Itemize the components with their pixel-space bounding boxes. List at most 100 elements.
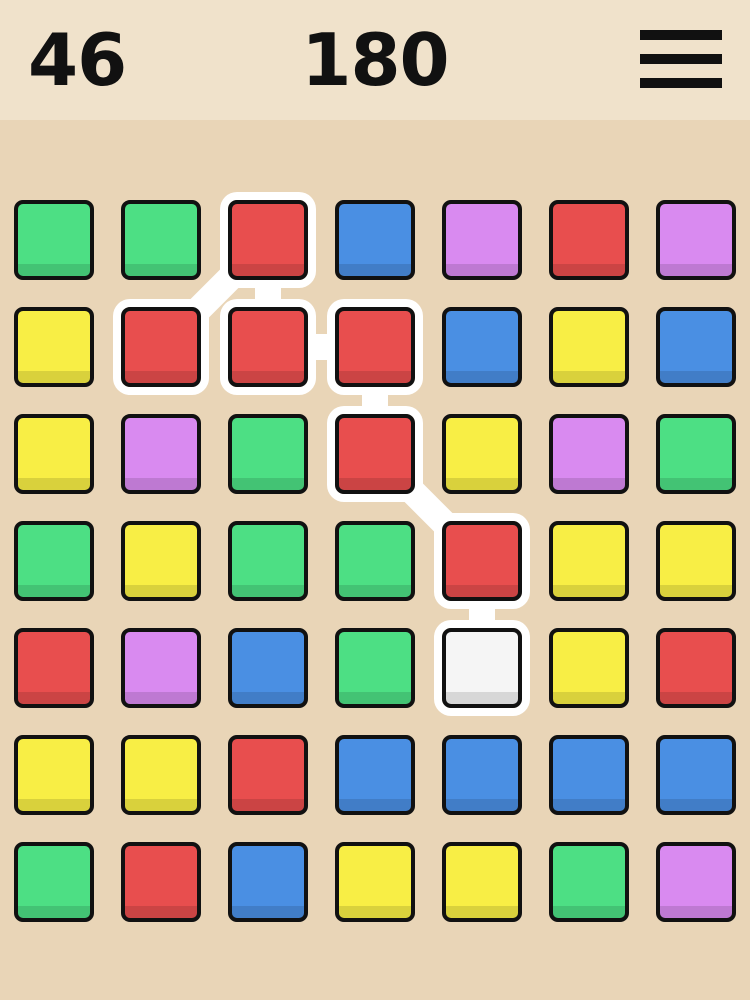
tile-green[interactable] — [549, 842, 629, 922]
tile-shade — [446, 371, 518, 383]
tile-red[interactable] — [442, 521, 522, 601]
tile-green[interactable] — [335, 628, 415, 708]
tile-red[interactable] — [228, 735, 308, 815]
tile-purple[interactable] — [121, 628, 201, 708]
tile-face — [14, 200, 94, 280]
tile-yellow[interactable] — [14, 307, 94, 387]
tile-red[interactable] — [656, 628, 736, 708]
tile-shade — [18, 585, 90, 597]
tile-shade — [446, 692, 518, 704]
tile-face — [121, 414, 201, 494]
tile-blue[interactable] — [549, 735, 629, 815]
tile-face — [14, 521, 94, 601]
tile-green[interactable] — [656, 414, 736, 494]
tile-blue[interactable] — [335, 200, 415, 280]
tile-blue[interactable] — [228, 628, 308, 708]
tile-shade — [339, 264, 411, 276]
tile-blue[interactable] — [442, 307, 522, 387]
tile-shade — [660, 371, 732, 383]
tile-shade — [553, 799, 625, 811]
tile-purple[interactable] — [549, 414, 629, 494]
tile-face — [228, 307, 308, 387]
tile-yellow[interactable] — [442, 842, 522, 922]
tile-green[interactable] — [14, 521, 94, 601]
tile-face — [549, 200, 629, 280]
tile-shade — [18, 371, 90, 383]
tile-yellow[interactable] — [442, 414, 522, 494]
tile-shade — [232, 585, 304, 597]
tile-green[interactable] — [228, 414, 308, 494]
tile-yellow[interactable] — [549, 521, 629, 601]
tile-face — [656, 414, 736, 494]
tile-blue[interactable] — [335, 735, 415, 815]
tile-face — [442, 414, 522, 494]
tile-shade — [446, 264, 518, 276]
tile-green[interactable] — [14, 200, 94, 280]
tile-face — [656, 307, 736, 387]
tile-shade — [232, 371, 304, 383]
tile-shade — [18, 799, 90, 811]
tile-red[interactable] — [335, 414, 415, 494]
tile-shade — [125, 264, 197, 276]
tile-yellow[interactable] — [549, 307, 629, 387]
tile-shade — [660, 906, 732, 918]
tile-face — [549, 521, 629, 601]
tile-yellow[interactable] — [14, 414, 94, 494]
tile-yellow[interactable] — [121, 521, 201, 601]
tile-purple[interactable] — [442, 200, 522, 280]
tile-shade — [339, 692, 411, 704]
tile-face — [335, 735, 415, 815]
tile-red[interactable] — [335, 307, 415, 387]
tile-yellow[interactable] — [335, 842, 415, 922]
tile-face — [335, 521, 415, 601]
menu-line — [640, 54, 722, 64]
tile-purple[interactable] — [121, 414, 201, 494]
tile-face — [121, 307, 201, 387]
tile-face — [14, 735, 94, 815]
tile-yellow[interactable] — [549, 628, 629, 708]
tile-yellow[interactable] — [121, 735, 201, 815]
score-counter: 180 — [301, 18, 449, 102]
tile-shade — [553, 692, 625, 704]
tile-red[interactable] — [228, 200, 308, 280]
tile-shade — [446, 906, 518, 918]
tile-shade — [232, 478, 304, 490]
tile-red[interactable] — [228, 307, 308, 387]
tile-face — [549, 414, 629, 494]
tile-green[interactable] — [228, 521, 308, 601]
tile-purple[interactable] — [656, 842, 736, 922]
hamburger-menu-icon[interactable] — [640, 28, 722, 90]
tile-shade — [339, 371, 411, 383]
tile-green[interactable] — [14, 842, 94, 922]
game-board — [0, 120, 750, 1000]
tile-blue[interactable] — [228, 842, 308, 922]
tile-face — [335, 414, 415, 494]
tile-blue[interactable] — [442, 735, 522, 815]
tile-face — [549, 842, 629, 922]
tile-red[interactable] — [549, 200, 629, 280]
tile-face — [228, 735, 308, 815]
tile-face — [121, 735, 201, 815]
tile-green[interactable] — [335, 521, 415, 601]
tile-shade — [125, 906, 197, 918]
tile-face — [656, 521, 736, 601]
tile-purple[interactable] — [656, 200, 736, 280]
tile-red[interactable] — [14, 628, 94, 708]
tile-blue[interactable] — [656, 307, 736, 387]
menu-line — [640, 30, 722, 40]
tile-shade — [339, 478, 411, 490]
tile-white[interactable] — [442, 628, 522, 708]
tile-yellow[interactable] — [656, 521, 736, 601]
tile-face — [14, 307, 94, 387]
tile-face — [335, 842, 415, 922]
tile-face — [335, 628, 415, 708]
tile-face — [656, 628, 736, 708]
tile-blue[interactable] — [656, 735, 736, 815]
tile-green[interactable] — [121, 200, 201, 280]
tile-yellow[interactable] — [14, 735, 94, 815]
tile-shade — [660, 692, 732, 704]
tile-shade — [125, 478, 197, 490]
tile-red[interactable] — [121, 842, 201, 922]
tile-red[interactable] — [121, 307, 201, 387]
tile-face — [656, 735, 736, 815]
